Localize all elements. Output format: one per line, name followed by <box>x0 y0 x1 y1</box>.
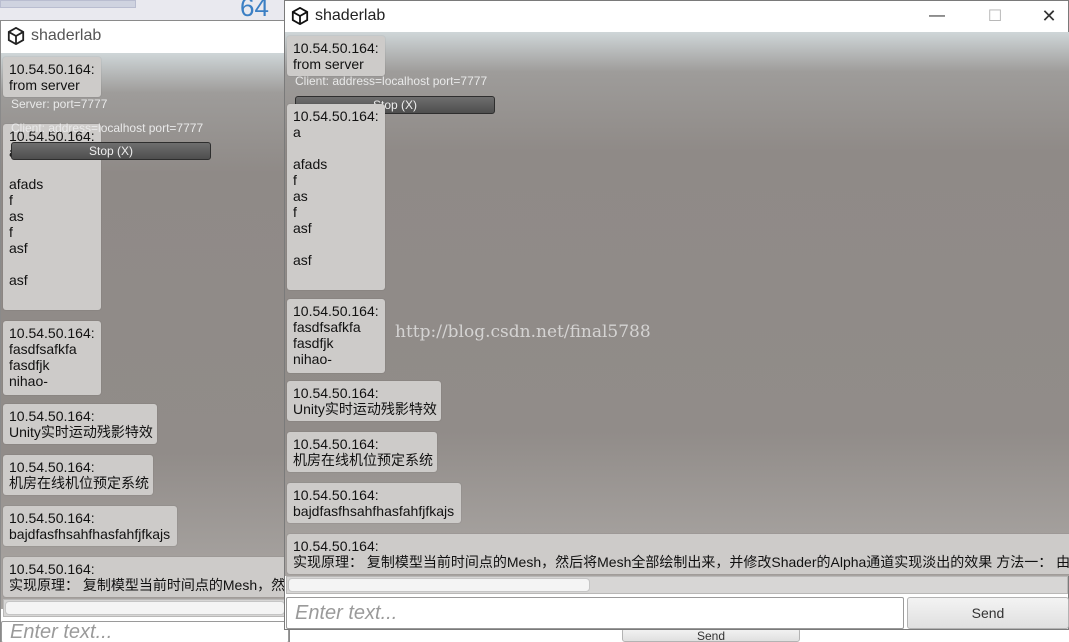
back-stop-button[interactable]: Stop (X) <box>11 142 211 160</box>
front-message-2: 10.54.50.164: a afads f as f asf asf <box>287 104 385 290</box>
back-message-6: 10.54.50.164: bajdfasfhsahfhasfahfjfkajs <box>3 506 177 546</box>
back-message-5: 10.54.50.164: 机房在线机位预定系统 <box>3 455 153 495</box>
maximize-button[interactable]: ☐ <box>972 1 1018 31</box>
front-message-6: 10.54.50.164: bajdfasfhsahfhasfahfjfkajs <box>287 483 461 523</box>
background-tab <box>0 0 136 8</box>
back-window-title: shaderlab <box>31 27 102 44</box>
back-message-4: 10.54.50.164: Unity实时运动残影特效 <box>3 404 157 444</box>
front-message-input[interactable]: Enter text... <box>286 597 904 629</box>
back-game-view: 10.54.50.164: from server Server: port=7… <box>1 53 289 609</box>
back-window-titlebar[interactable]: shaderlab <box>1 21 289 51</box>
unity-logo-icon <box>7 27 25 45</box>
back-horizontal-scrollbar[interactable] <box>3 599 289 617</box>
close-button[interactable]: ✕ <box>1030 1 1068 31</box>
desktop: 64 shaderlab 10.54.50.164: from server S… <box>0 0 1069 642</box>
front-scrollbar-thumb[interactable] <box>288 578 590 592</box>
back-message-3: 10.54.50.164: fasdfsafkfa fasdfjk nihao- <box>3 321 101 395</box>
unity-logo-icon <box>291 7 309 25</box>
front-message-4: 10.54.50.164: Unity实时运动残影特效 <box>287 381 441 421</box>
front-send-button[interactable]: Send <box>907 597 1069 629</box>
front-window[interactable]: shaderlab — ☐ ✕ 10.54.50.164: from serve… <box>284 0 1069 630</box>
back-message-7: 10.54.50.164: 实现原理： 复制模型当前时间点的Mesh，然 <box>3 557 289 597</box>
front-message-3: 10.54.50.164: fasdfsafkfa fasdfjk nihao- <box>287 299 385 373</box>
watermark: http://blog.csdn.net/final5788 <box>395 322 651 342</box>
front-client-label: Client: address=localhost port=7777 <box>295 74 488 88</box>
back-send-button[interactable]: Send <box>622 628 800 642</box>
front-horizontal-scrollbar[interactable] <box>286 576 1068 594</box>
back-message-input[interactable]: Enter text... <box>1 621 289 642</box>
minimize-button[interactable]: — <box>914 1 960 31</box>
front-game-view: 10.54.50.164: from server Client: addres… <box>285 32 1069 576</box>
background-app-strip: 64 <box>0 0 284 22</box>
back-client-label: Client: address=localhost port=7777 <box>11 121 204 135</box>
front-window-title: shaderlab <box>315 7 386 24</box>
back-message-1: 10.54.50.164: from server <box>3 57 101 97</box>
back-scrollbar-thumb[interactable] <box>5 601 285 615</box>
back-server-label: Server: port=7777 <box>11 97 108 111</box>
front-message-7: 10.54.50.164: 实现原理： 复制模型当前时间点的Mesh，然后将Me… <box>287 534 1069 574</box>
front-message-1: 10.54.50.164: from server <box>287 36 385 76</box>
back-window[interactable]: shaderlab 10.54.50.164: from server Serv… <box>0 20 290 642</box>
front-message-5: 10.54.50.164: 机房在线机位预定系统 <box>287 432 437 472</box>
